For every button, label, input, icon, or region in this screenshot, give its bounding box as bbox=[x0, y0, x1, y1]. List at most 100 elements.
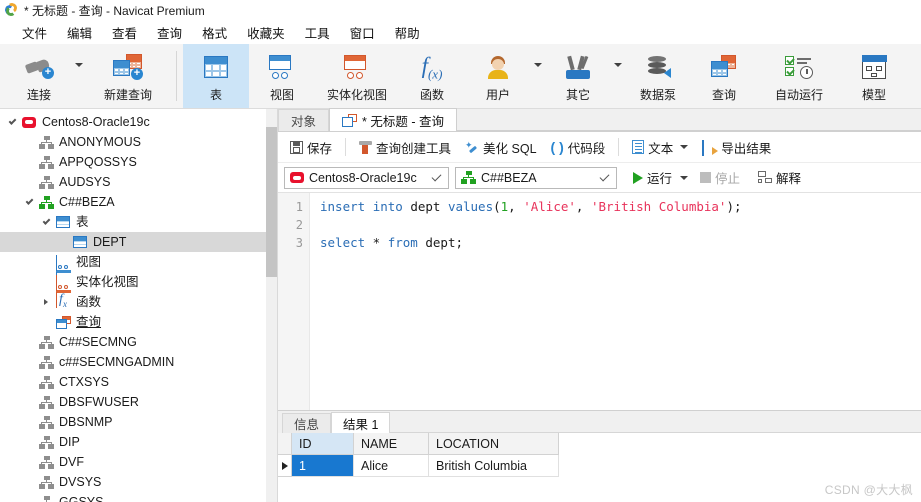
tree-item[interactable]: GGSYS bbox=[0, 492, 277, 502]
tree-twisty[interactable] bbox=[21, 196, 37, 206]
tree-item[interactable]: DVSYS bbox=[0, 472, 277, 492]
tree-item-icon bbox=[37, 435, 55, 449]
toolbar-user-button[interactable]: 用户 bbox=[465, 44, 531, 108]
tab-untitled-query[interactable]: * 无标题 - 查询 bbox=[329, 108, 457, 131]
toolbar-query-label: 查询 bbox=[711, 88, 736, 102]
tree-item[interactable]: DVF bbox=[0, 452, 277, 472]
menu-window[interactable]: 窗口 bbox=[340, 21, 385, 44]
column-header-location[interactable]: LOCATION bbox=[429, 433, 559, 455]
tree-twisty[interactable] bbox=[38, 299, 54, 305]
toolbar-view-button[interactable]: 视图 bbox=[249, 44, 315, 108]
tree-item[interactable]: fx 函数 bbox=[0, 292, 277, 312]
tree-item[interactable]: 表 bbox=[0, 212, 277, 232]
main-body: Centos8-Oracle19c ANONYMOUS APPQOSSYS AUDSY… bbox=[0, 108, 921, 502]
toolbar-view-label: 视图 bbox=[269, 88, 294, 102]
cell-id[interactable]: 1 bbox=[292, 455, 354, 477]
menu-favorites[interactable]: 收藏夹 bbox=[237, 21, 295, 44]
toolbar-data-pump-button[interactable]: 数据泵 bbox=[625, 44, 691, 108]
tree-item[interactable]: DEPT bbox=[0, 232, 277, 252]
tree-item-label: 视图 bbox=[76, 255, 102, 269]
text-mode-button[interactable]: 文本 bbox=[626, 135, 694, 160]
schema-select[interactable]: C##BEZA bbox=[455, 166, 617, 189]
tree-twisty[interactable] bbox=[4, 116, 20, 126]
table-icon bbox=[56, 216, 70, 228]
editor-code-area[interactable]: insert into dept values(1, 'Alice', 'Bri… bbox=[310, 193, 921, 410]
column-header-name[interactable]: NAME bbox=[354, 433, 429, 455]
tree-item-label: DVF bbox=[59, 455, 84, 469]
tree-item[interactable]: Centos8-Oracle19c bbox=[0, 112, 277, 132]
run-dropdown-arrow-icon[interactable] bbox=[680, 175, 689, 180]
results-grid[interactable]: ID NAME LOCATION 1 Alice British Columbi… bbox=[278, 433, 921, 502]
title-bar: * 无标题 - 查询 - Navicat Premium bbox=[0, 0, 921, 20]
menu-edit[interactable]: 编辑 bbox=[57, 21, 102, 44]
menu-tools[interactable]: 工具 bbox=[295, 21, 340, 44]
tree-item[interactable]: C##SECMNG bbox=[0, 332, 277, 352]
schema-select-value: C##BEZA bbox=[481, 170, 537, 185]
connection-icon bbox=[22, 116, 36, 128]
column-header-id[interactable]: ID bbox=[292, 433, 354, 455]
tab-objects[interactable]: 对象 bbox=[278, 109, 330, 131]
cell-name[interactable]: Alice bbox=[354, 455, 429, 477]
toolbar-automation-button[interactable]: 自动运行 bbox=[757, 44, 841, 108]
tree-item[interactable]: DBSFWUSER bbox=[0, 392, 277, 412]
tab-messages[interactable]: 信息 bbox=[282, 413, 332, 433]
tree-item-icon bbox=[54, 254, 72, 288]
tree-item[interactable]: 查询 bbox=[0, 312, 277, 332]
connection-dropdown-arrow-icon[interactable] bbox=[72, 44, 86, 108]
tree-item[interactable]: C##BEZA bbox=[0, 192, 277, 212]
tree-item[interactable]: c##SECMNGADMIN bbox=[0, 352, 277, 372]
tree-item-icon bbox=[37, 355, 55, 369]
save-button[interactable]: 保存 bbox=[284, 135, 338, 160]
cell-location[interactable]: British Columbia bbox=[429, 455, 559, 477]
results-header-row: ID NAME LOCATION bbox=[278, 433, 921, 455]
results-panel: 信息 结果 1 ID NAME LOCATION 1 Alice British… bbox=[278, 410, 921, 502]
code-token: values bbox=[447, 199, 494, 214]
menu-query[interactable]: 查询 bbox=[147, 21, 192, 44]
play-icon bbox=[633, 171, 643, 184]
tree-item[interactable]: 实体化视图 bbox=[0, 272, 277, 308]
new-query-icon: + bbox=[113, 50, 143, 84]
toolbar-materialized-view-button[interactable]: 实体化视图 bbox=[315, 44, 399, 108]
tree-item-icon bbox=[37, 495, 55, 502]
schema-icon bbox=[38, 435, 54, 449]
beautify-wand-icon: ✦ bbox=[465, 140, 479, 154]
menu-view[interactable]: 查看 bbox=[102, 21, 147, 44]
user-dropdown-arrow-icon[interactable] bbox=[531, 44, 545, 108]
tree-item[interactable]: APPQOSSYS bbox=[0, 152, 277, 172]
data-pump-icon bbox=[645, 50, 671, 84]
code-token: insert bbox=[320, 199, 366, 214]
code-snippet-button[interactable]: ( ) 代码段 bbox=[545, 135, 612, 160]
menu-help[interactable]: 帮助 bbox=[385, 21, 430, 44]
toolbar-new-query-button[interactable]: + 新建查询 bbox=[86, 44, 170, 108]
beautify-sql-button[interactable]: ✦ 美化 SQL bbox=[459, 135, 543, 160]
sidebar-scrollbar-track[interactable] bbox=[266, 109, 277, 502]
user-icon bbox=[486, 50, 510, 84]
menu-file[interactable]: 文件 bbox=[12, 21, 57, 44]
run-button[interactable]: 运行 bbox=[627, 165, 678, 190]
tree-item[interactable]: AUDSYS bbox=[0, 172, 277, 192]
menu-format[interactable]: 格式 bbox=[192, 21, 237, 44]
sql-editor[interactable]: 1 2 3 insert into dept values(1, 'Alice', … bbox=[278, 193, 921, 410]
connection-select[interactable]: Centos8-Oracle19c bbox=[284, 166, 449, 189]
sidebar-scrollbar-thumb[interactable] bbox=[266, 127, 277, 277]
toolbar-query-button[interactable]: 查询 bbox=[691, 44, 757, 108]
toolbar-function-button[interactable]: f(x) 函数 bbox=[399, 44, 465, 108]
tree-twisty[interactable] bbox=[38, 216, 54, 226]
tab-result-1[interactable]: 结果 1 bbox=[331, 412, 391, 433]
table-row[interactable]: 1 Alice British Columbia bbox=[278, 455, 921, 477]
tree-item[interactable]: DBSNMP bbox=[0, 412, 277, 432]
export-result-button[interactable]: 导出结果 bbox=[696, 135, 777, 160]
other-dropdown-arrow-icon[interactable] bbox=[611, 44, 625, 108]
toolbar-other-button[interactable]: 其它 bbox=[545, 44, 611, 108]
text-dropdown-arrow-icon[interactable] bbox=[680, 145, 689, 149]
query-builder-button[interactable]: 查询创建工具 bbox=[353, 135, 457, 160]
tree-item[interactable]: CTXSYS bbox=[0, 372, 277, 392]
toolbar-connection-button[interactable]: + 连接 bbox=[6, 44, 72, 108]
tree-item[interactable]: ANONYMOUS bbox=[0, 132, 277, 152]
query-builder-icon bbox=[359, 140, 373, 154]
toolbar-table-button[interactable]: 表 bbox=[183, 44, 249, 108]
explain-button[interactable]: 解释 bbox=[752, 165, 807, 190]
toolbar-model-button[interactable]: 模型 bbox=[841, 44, 907, 108]
tree-item[interactable]: 视图 bbox=[0, 252, 277, 288]
tree-item[interactable]: DIP bbox=[0, 432, 277, 452]
